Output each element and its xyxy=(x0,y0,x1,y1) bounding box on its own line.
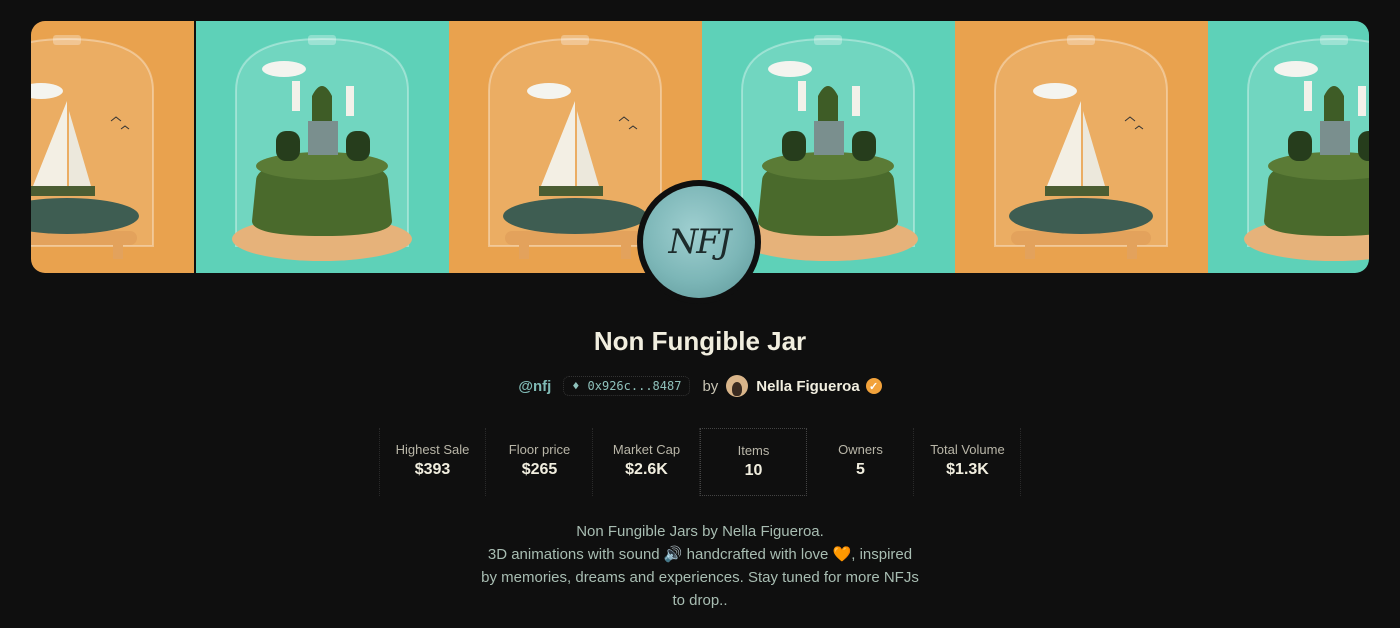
stats-bar: Highest Sale $393 Floor price $265 Marke… xyxy=(379,428,1021,496)
collection-byline: @nfj ♦ 0x926c...8487 by Nella Figueroa ✓ xyxy=(0,375,1400,397)
stat-floor-price: Floor price $265 xyxy=(486,428,593,496)
verified-badge-icon: ✓ xyxy=(865,378,882,394)
stat-label: Floor price xyxy=(508,442,571,457)
creator-name[interactable]: Nella Figueroa xyxy=(756,378,859,395)
stat-value: 10 xyxy=(744,462,763,479)
stat-label: Total Volume xyxy=(930,442,1005,457)
ethereum-icon: ♦ xyxy=(572,379,580,393)
stat-label: Owners xyxy=(838,442,883,457)
stat-total-volume: Total Volume $1.3K xyxy=(914,428,1021,496)
collection-handle[interactable]: @nfj xyxy=(518,378,551,395)
stat-value: $1.3K xyxy=(946,461,989,478)
stat-owners[interactable]: Owners 5 xyxy=(807,428,914,496)
description-line: 3D animations with sound 🔊 handcrafted w… xyxy=(487,546,913,563)
collection-logo[interactable]: NFJ xyxy=(637,180,761,304)
contract-address[interactable]: ♦ 0x926c...8487 xyxy=(563,376,691,396)
jar-sailboat-artwork[interactable] xyxy=(31,21,196,273)
stat-market-cap: Market Cap $2.6K xyxy=(593,428,700,496)
collection-description: Non Fungible Jars by Nella Figueroa. 3D … xyxy=(460,520,940,612)
description-line: Non Fungible Jars by Nella Figueroa. xyxy=(576,523,824,540)
stat-label: Items xyxy=(737,443,770,458)
description-line: by memories, dreams and experiences. Sta… xyxy=(481,569,919,586)
jar-sailboat-artwork[interactable] xyxy=(955,21,1208,273)
jar-island-artwork[interactable] xyxy=(1208,21,1369,273)
jar-island-artwork[interactable] xyxy=(196,21,449,273)
stat-label: Market Cap xyxy=(612,442,681,457)
creator-avatar[interactable] xyxy=(726,375,749,397)
stat-value: $2.6K xyxy=(625,461,668,478)
contract-address-text: 0x926c...8487 xyxy=(587,379,682,393)
logo-monogram: NFJ xyxy=(643,186,755,298)
stat-value: 5 xyxy=(856,461,865,478)
description-line: to drop.. xyxy=(672,592,728,609)
collection-title: Non Fungible Jar xyxy=(593,326,807,356)
stat-label: Highest Sale xyxy=(395,442,470,457)
stat-value: $265 xyxy=(521,461,558,478)
stat-value: $393 xyxy=(414,461,451,478)
stat-items[interactable]: Items 10 xyxy=(700,428,807,496)
by-label: by xyxy=(702,377,719,395)
stat-highest-sale: Highest Sale $393 xyxy=(379,428,486,496)
